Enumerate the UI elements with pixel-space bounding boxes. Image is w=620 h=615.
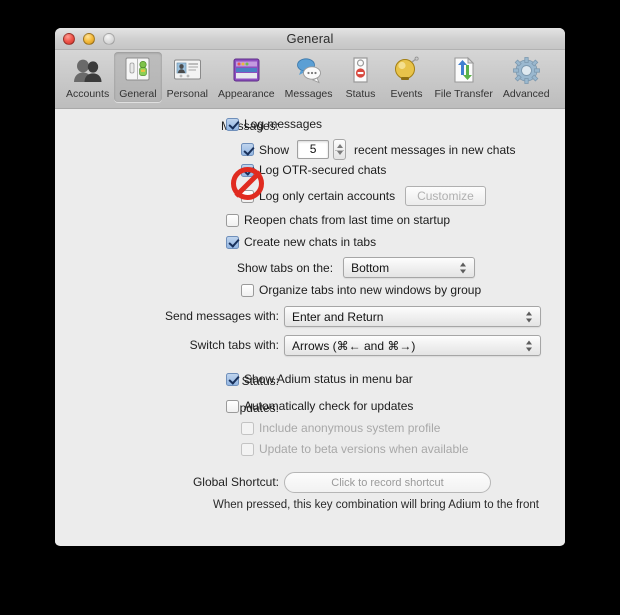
organize-tabs-label: Organize tabs into new windows by group xyxy=(259,283,482,297)
organize-tabs-checkbox[interactable] xyxy=(241,283,254,297)
file-transfer-icon xyxy=(448,55,479,86)
toolbar-item-personal[interactable]: Personal xyxy=(162,52,213,102)
advanced-icon xyxy=(511,55,542,86)
chevron-updown-icon xyxy=(526,339,533,352)
recent-messages-count-input[interactable]: 5 xyxy=(297,140,330,159)
preferences-window: General Accounts General Personal Appear… xyxy=(55,28,565,546)
anonymous-profile-checkbox xyxy=(241,421,254,435)
recent-messages-stepper[interactable] xyxy=(333,139,347,160)
customize-button[interactable]: Customize xyxy=(405,186,486,206)
send-messages-with-select[interactable]: Enter and Return xyxy=(284,306,541,327)
beta-versions-checkbox xyxy=(241,442,254,456)
shortcut-recorder-field[interactable]: Click to record shortcut xyxy=(284,472,491,493)
messages-icon xyxy=(293,55,324,86)
personal-icon xyxy=(172,55,203,86)
show-recent-messages-label-after: recent messages in new chats xyxy=(354,142,516,157)
toolbar-item-label: File Transfer xyxy=(434,88,493,100)
organize-tabs-row[interactable]: Organize tabs into new windows by group xyxy=(241,283,481,297)
toolbar-item-label: Personal xyxy=(166,88,209,100)
toolbar-item-appearance[interactable]: Appearance xyxy=(213,52,280,102)
log-messages-checkbox[interactable] xyxy=(226,117,239,131)
show-adium-status-checkbox[interactable] xyxy=(226,372,239,386)
appearance-icon xyxy=(231,55,262,86)
anonymous-profile-row: Include anonymous system profile xyxy=(241,421,440,435)
toolbar-item-label: Advanced xyxy=(502,88,550,100)
shortcut-hint-text: When pressed, this key combination will … xyxy=(213,499,539,511)
show-tabs-on-the-select[interactable]: Bottom xyxy=(343,257,476,278)
beta-versions-label: Update to beta versions when available xyxy=(259,442,469,456)
log-only-certain-accounts-row[interactable]: Log only certain accounts Customize xyxy=(241,186,486,206)
show-recent-messages-checkbox[interactable] xyxy=(241,143,254,156)
toolbar-item-file-transfer[interactable]: File Transfer xyxy=(430,52,498,102)
create-new-chats-in-tabs-checkbox[interactable] xyxy=(226,235,239,249)
log-messages-row[interactable]: Log messages xyxy=(226,117,322,131)
show-adium-status-label: Show Adium status in menu bar xyxy=(244,372,413,386)
chevron-updown-icon xyxy=(526,310,533,323)
toolbar-item-status[interactable]: Status xyxy=(338,52,384,102)
log-only-certain-accounts-label: Log only certain accounts xyxy=(259,189,396,203)
toolbar-item-label: Appearance xyxy=(218,88,275,100)
preferences-toolbar: Accounts General Personal Appearance Mes… xyxy=(55,50,565,109)
auto-check-updates-checkbox[interactable] xyxy=(226,399,239,413)
toolbar-item-label: Events xyxy=(390,88,423,100)
show-tabs-on-the-row: Show tabs on the: Bottom xyxy=(237,257,476,278)
reopen-chats-row[interactable]: Reopen chats from last time on startup xyxy=(226,213,450,227)
reopen-chats-label: Reopen chats from last time on startup xyxy=(244,213,451,227)
create-new-chats-in-tabs-row[interactable]: Create new chats in tabs xyxy=(226,235,376,249)
accounts-icon xyxy=(72,55,103,86)
toolbar-item-label: General xyxy=(119,88,157,100)
toolbar-item-advanced[interactable]: Advanced xyxy=(498,52,555,102)
log-otr-secured-chats-label: Log OTR-secured chats xyxy=(259,163,387,177)
switch-tabs-with-value: Arrows (⌘← and ⌘→) xyxy=(292,338,416,353)
anonymous-profile-label: Include anonymous system profile xyxy=(259,421,441,435)
switch-tabs-with-label: Switch tabs with: xyxy=(189,338,279,352)
create-new-chats-in-tabs-label: Create new chats in tabs xyxy=(244,235,377,249)
show-tabs-on-the-label: Show tabs on the: xyxy=(237,260,334,275)
global-shortcut-label: Global Shortcut: xyxy=(192,475,279,489)
window-title: General xyxy=(286,31,334,46)
beta-versions-row: Update to beta versions when available xyxy=(241,442,468,456)
show-adium-status-row[interactable]: Show Adium status in menu bar xyxy=(226,372,413,386)
window-titlebar[interactable]: General xyxy=(55,28,565,50)
auto-check-updates-row[interactable]: Automatically check for updates xyxy=(226,399,413,413)
toolbar-item-accounts[interactable]: Accounts xyxy=(61,52,114,102)
general-icon xyxy=(122,55,153,86)
reopen-chats-checkbox[interactable] xyxy=(226,213,239,227)
send-messages-with-value: Enter and Return xyxy=(292,309,384,324)
toolbar-item-events[interactable]: Events xyxy=(384,52,430,102)
events-icon xyxy=(391,55,422,86)
show-recent-messages-row[interactable]: Show 5 recent messages in new chats xyxy=(241,139,515,160)
general-preferences-pane: Messages: Log messages Show 5 recent mes… xyxy=(55,109,565,545)
switch-tabs-with-select[interactable]: Arrows (⌘← and ⌘→) xyxy=(284,335,541,356)
toolbar-item-label: Status xyxy=(345,88,376,100)
log-otr-secured-chats-checkbox[interactable] xyxy=(241,163,254,177)
log-messages-label: Log messages xyxy=(244,117,323,131)
toolbar-item-label: Accounts xyxy=(66,88,110,100)
toolbar-item-messages[interactable]: Messages xyxy=(280,52,338,102)
auto-check-updates-label: Automatically check for updates xyxy=(244,399,414,413)
send-messages-with-label: Send messages with: xyxy=(164,309,279,323)
chevron-updown-icon xyxy=(460,261,467,274)
log-only-certain-accounts-checkbox[interactable] xyxy=(241,189,254,203)
status-icon xyxy=(345,55,376,86)
log-otr-secured-chats-row[interactable]: Log OTR-secured chats xyxy=(241,163,386,177)
show-tabs-on-the-value: Bottom xyxy=(351,260,390,275)
toolbar-item-general[interactable]: General xyxy=(114,52,162,102)
show-recent-messages-label-before: Show xyxy=(259,142,290,157)
toolbar-item-label: Messages xyxy=(284,88,333,100)
